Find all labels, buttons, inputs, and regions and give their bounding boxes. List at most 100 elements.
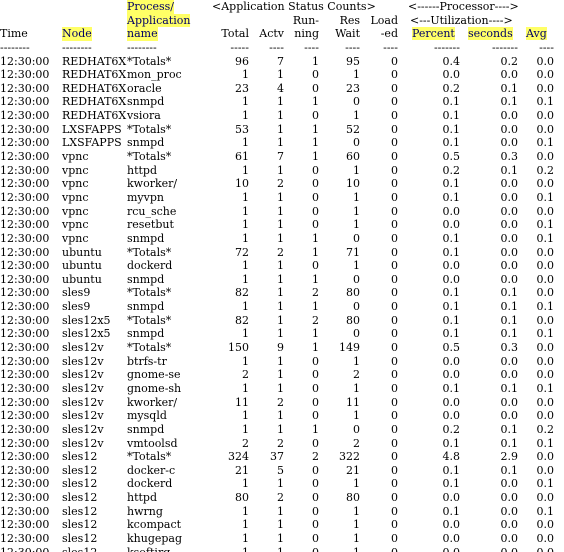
loaded-cell: 0 [391,109,398,123]
res-wait-cell: 1 [322,546,360,552]
res-wait-cell: 80 [346,286,360,300]
app-name-cell: *Totals* [127,150,172,164]
time-cell: 12:30:00 [0,395,50,409]
node-cell: ubuntu [62,259,102,273]
node-cell: REDHAT6X [62,109,127,123]
loaded-cell: 0 [391,463,398,477]
node-cell: ubuntu [62,245,102,259]
node-cell: sles12v [62,436,104,450]
table-row: 12:30:00 vpnc rcu_sche 1 1 0 1 0 0.0 0.0 0.0 [0,205,564,219]
res-wait-cell: 60 [346,150,360,164]
table-row: 12:30:00 sles12v *Totals* 150 9 1 149 0 0.5 0.3 0.… [0,341,564,355]
avg-cell: 0.1 [536,218,555,232]
node-cell: sles12x5 [62,313,111,327]
total-cell: 21 [235,463,249,477]
percent-cell: 0.0 [442,218,461,232]
running-cell: 0 [312,177,319,191]
res-wait-cell: 21 [346,463,360,477]
app-name-cell: dockerd [127,477,173,491]
running-cell: 1 [312,54,319,68]
table-row: 12:30:00 sles12 *Totals* 324 37 2 322 0 4.8 2.9 0.… [0,450,564,464]
avg-cell: 0.1 [536,300,555,314]
loaded-cell: 0 [391,177,398,191]
actv-cell: 1 [277,368,284,382]
sep-wait: ---- [345,40,360,54]
app-name-cell: snmpd [127,136,165,150]
app-name-cell: *Totals* [127,286,172,300]
res-wait-cell: 1 [353,477,360,491]
total-cell: 1 [242,422,249,436]
avg-cell: 0.0 [536,81,555,95]
table-row: 12:30:00 sles12x5 *Totals* 82 1 2 80 0 0.1 0.1 0.0 [0,314,564,328]
running-cell: 0 [312,395,319,409]
seconds-cell: 0.1 [500,313,519,327]
time-cell: 12:30:00 [0,491,50,505]
res-wait-cell: 0 [353,272,360,286]
res-wait-cell: 1 [353,218,360,232]
node-cell: sles12v [62,341,104,355]
avg-cell: 0.0 [524,546,555,552]
node-cell: sles12v [62,354,104,368]
loaded-cell: 0 [391,163,398,177]
actv-cell: 1 [250,546,284,552]
percent-cell: 0.0 [442,68,461,82]
seconds-cell: 0.0 [500,218,519,232]
percent-cell: 0.1 [442,95,461,109]
running-cell: 0 [312,163,319,177]
app-name-cell: vsiora [127,109,161,123]
table-row: 12:30:00 sles12 docker-c 21 5 0 21 0 0.1 0.1 0.0 [0,464,564,478]
actv-cell: 1 [277,313,284,327]
running-cell: 1 [312,272,319,286]
header-group-app-status: <Application Status Counts> [212,0,376,13]
seconds-cell: 0.0 [500,395,519,409]
total-cell: 80 [235,491,249,505]
seconds-cell: 0.0 [500,136,519,150]
percent-cell: 4.8 [442,450,461,464]
running-cell: 2 [312,450,319,464]
table-row: 12:30:00 REDHAT6X *Totals* 96 7 1 95 0 0.4 0.2 0.0 [0,55,564,69]
sep-actv: ---- [269,40,284,54]
seconds-cell: 0.1 [500,81,519,95]
node-cell: LXSFAPPS [62,136,122,150]
loaded-cell: 0 [391,477,398,491]
total-cell: 1 [242,477,249,491]
time-cell: 12:30:00 [0,546,49,552]
res-wait-cell: 0 [353,95,360,109]
node-cell: sles12 [62,504,98,518]
avg-cell: 0.2 [536,163,555,177]
total-cell: 1 [242,136,249,150]
time-cell: 12:30:00 [0,95,50,109]
total-cell: 82 [235,286,249,300]
time-cell: 12:30:00 [0,54,50,68]
total-cell: 1 [242,272,249,286]
table-row: 12:30:00 LXSFAPPS *Totals* 53 1 1 52 0 0.1 0.0 0.0 [0,123,564,137]
total-cell: 72 [235,245,249,259]
loaded-cell: 0 [391,450,398,464]
running-cell: 0 [312,81,319,95]
actv-cell: 1 [277,477,284,491]
res-wait-cell: 1 [353,381,360,395]
table-row: 12:30:00 sles12v snmpd 1 1 1 0 0 0.2 0.1 0.2 [0,423,564,437]
total-cell: 1 [242,259,249,273]
app-name-cell: kworker/ [127,177,178,191]
res-wait-cell: 10 [346,177,360,191]
table-row: 12:30:00 REDHAT6X oracle 23 4 0 23 0 0.2 0.1 0.0 [0,82,564,96]
sep-total: ----- [230,40,249,54]
res-wait-cell: 1 [353,204,360,218]
seconds-cell: 0.0 [500,477,519,491]
percent-cell: 0.0 [442,395,461,409]
res-wait-cell: 149 [339,341,360,355]
running-cell: 1 [312,136,319,150]
time-cell: 12:30:00 [0,368,50,382]
node-cell: sles12v [62,409,104,423]
table-row: 12:30:00 vpnc httpd 1 1 0 1 0 0.2 0.1 0.2 [0,164,564,178]
avg-cell: 0.0 [536,122,555,136]
percent-cell: 0.0 [442,354,461,368]
seconds-cell: 0.0 [500,531,519,545]
total-cell: 10 [235,177,249,191]
node-cell: sles12x5 [62,327,111,341]
actv-cell: 1 [277,136,284,150]
running-cell: 1 [312,327,319,341]
avg-cell: 0.0 [536,286,555,300]
actv-cell: 2 [277,177,284,191]
